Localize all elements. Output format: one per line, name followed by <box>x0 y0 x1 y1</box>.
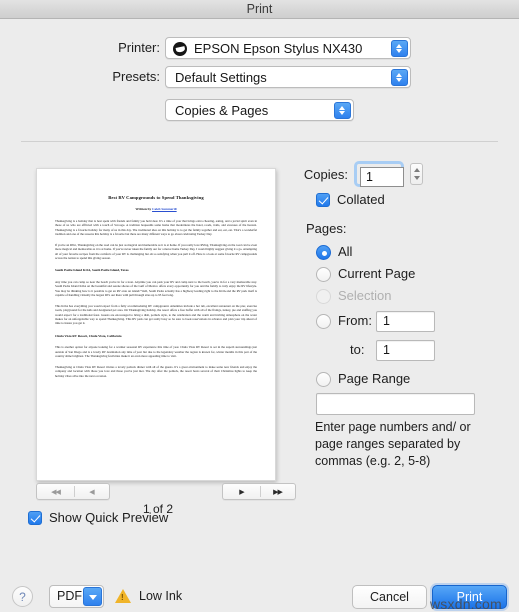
collated-label: Collated <box>337 192 385 207</box>
pages-to-input[interactable]: 1 <box>376 340 435 361</box>
last-page-button[interactable]: ▶▶ <box>260 484 295 499</box>
page-range-hint: Enter page numbers and/ or page ranges s… <box>315 420 471 468</box>
show-quick-preview-label: Show Quick Preview <box>49 510 169 525</box>
low-ink-status-label: Low Ink <box>139 589 183 603</box>
pages-all-radio[interactable] <box>316 245 331 260</box>
print-dialog-body: Printer: EPSON Epson Stylus NX430 Preset… <box>0 20 519 612</box>
pages-label: Pages: <box>306 221 347 236</box>
pages-selection-radio <box>316 289 331 304</box>
preview-document-content: Best RV Campgrounds to Spend Thanksgivin… <box>55 195 257 378</box>
chevron-updown-icon <box>391 69 408 86</box>
byline-author-link: Caleb Summerill <box>152 207 177 211</box>
pages-selection-label: Selection <box>338 288 392 303</box>
document-paragraph: Thanksgiving at Chula Vista RV Resort in… <box>55 365 257 378</box>
byline-prefix: Written by <box>135 207 153 211</box>
copies-label: Copies: <box>303 167 348 182</box>
previous-page-button[interactable]: ◀ <box>74 484 109 499</box>
watermark-text: wsxdn.com <box>430 596 502 612</box>
pages-to-label: to: <box>350 342 365 357</box>
next-page-button[interactable]: ▶ <box>223 484 260 499</box>
document-paragraph: Thanksgiving is a holiday that is best s… <box>55 219 257 236</box>
document-heading: South Padre Island KOA, South Padre Isla… <box>55 268 129 273</box>
document-byline: Written by Caleb Summerill <box>55 207 257 212</box>
document-paragraph: This is another option for anyone lookin… <box>55 345 257 358</box>
copies-field-focus-ring: 1 <box>354 161 404 187</box>
presets-row: Presets: <box>100 66 160 88</box>
pages-current-page-radio[interactable] <box>316 267 331 282</box>
pdf-button-label: PDF <box>57 589 82 603</box>
first-page-button[interactable]: ◀◀ <box>37 484 74 499</box>
pane-select-value: Copies & Pages <box>175 103 269 118</box>
collated-checkbox[interactable] <box>316 193 330 207</box>
pages-from-radio[interactable] <box>316 314 331 329</box>
pages-current-page-label: Current Page <box>338 266 416 281</box>
printer-status-icon <box>173 42 187 56</box>
document-paragraph: Any time you can camp so near the beach … <box>55 279 257 297</box>
page-range-input[interactable] <box>316 393 475 415</box>
copies-input[interactable]: 1 <box>360 167 404 187</box>
pane-select[interactable]: Copies & Pages <box>165 99 354 121</box>
presets-select-value: Default Settings <box>175 70 267 85</box>
pdf-button[interactable]: PDF <box>49 585 104 608</box>
copies-input-value: 1 <box>366 170 373 184</box>
warning-triangle-icon <box>115 589 131 603</box>
printer-row: Printer: <box>100 37 160 59</box>
show-quick-preview-checkbox[interactable] <box>28 511 42 525</box>
preview-nav-back-group: ◀◀ ◀ <box>36 483 110 500</box>
printer-select-value: EPSON Epson Stylus NX430 <box>194 41 363 56</box>
window-titlebar: Print <box>0 0 519 19</box>
pages-from-input[interactable]: 1 <box>376 311 435 332</box>
print-preview: Best RV Campgrounds to Spend Thanksgivin… <box>36 168 276 481</box>
page-range-radio[interactable] <box>316 372 331 387</box>
presets-label: Presets: <box>112 69 160 84</box>
printer-select[interactable]: EPSON Epson Stylus NX430 <box>165 37 411 59</box>
document-heading: Chula Vista RV Resort, Chula Vista, Cali… <box>55 333 122 338</box>
preview-nav-forward-group: ▶ ▶▶ <box>222 483 296 500</box>
document-paragraph: If you're an RVer, Thanksgiving on the r… <box>55 243 258 261</box>
cancel-button[interactable]: Cancel <box>352 585 427 609</box>
chevron-updown-icon <box>334 102 351 119</box>
help-button[interactable]: ? <box>12 586 33 607</box>
copies-stepper[interactable] <box>410 163 423 185</box>
pages-to-value: 1 <box>383 343 390 357</box>
pages-from-value: 1 <box>383 314 390 328</box>
chevron-down-icon <box>83 587 102 606</box>
printer-label: Printer: <box>118 40 160 55</box>
preview-page: Best RV Campgrounds to Spend Thanksgivin… <box>36 168 276 481</box>
page-range-label: Page Range <box>338 371 411 386</box>
pages-all-label: All <box>338 244 353 259</box>
chevron-updown-icon <box>391 40 408 57</box>
presets-select[interactable]: Default Settings <box>165 66 411 88</box>
document-paragraph: This KOA has everything you would expect… <box>55 304 257 326</box>
window-title: Print <box>246 2 273 16</box>
pages-from-label: From: <box>338 313 372 328</box>
document-title: Best RV Campgrounds to Spend Thanksgivin… <box>108 195 204 200</box>
section-divider <box>21 141 498 142</box>
